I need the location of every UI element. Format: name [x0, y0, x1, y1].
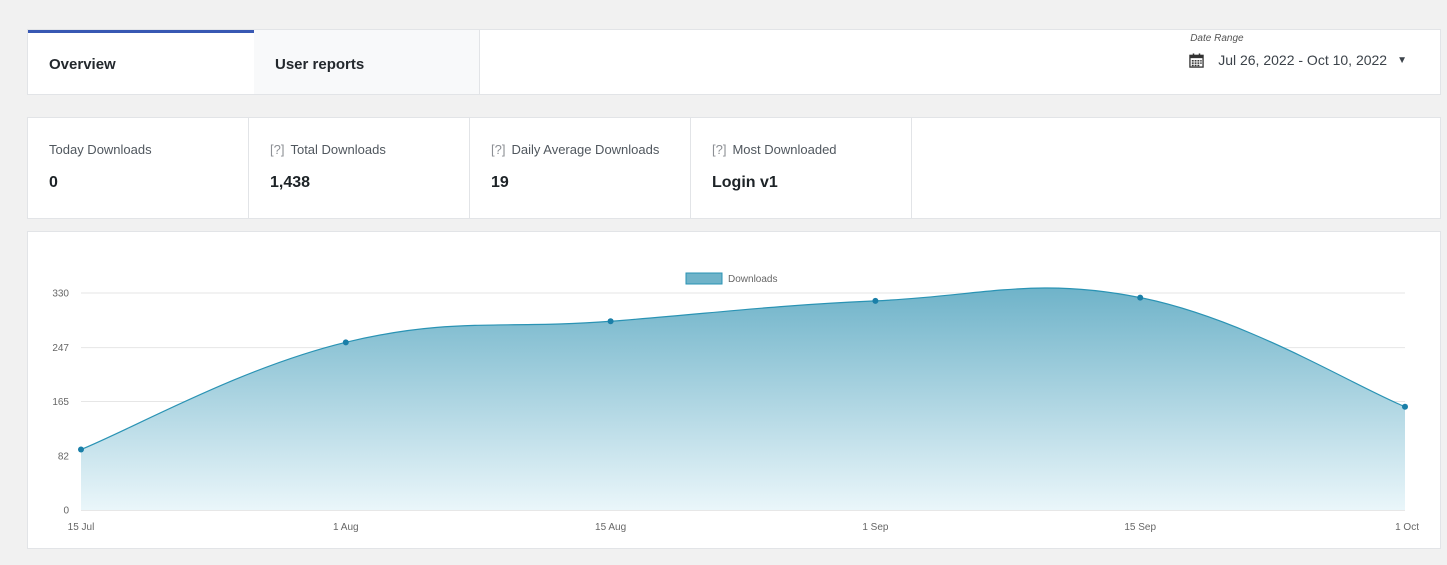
- stats-panel: Today Downloads 0 [?] Total Downloads 1,4…: [27, 117, 1441, 219]
- legend-label: Downloads: [728, 274, 777, 285]
- x-tick-label: 15 Aug: [595, 522, 626, 533]
- data-point[interactable]: [1402, 403, 1408, 410]
- data-point[interactable]: [872, 297, 879, 304]
- help-icon[interactable]: [?]: [270, 142, 284, 157]
- stat-title-text: Most Downloaded: [732, 142, 837, 157]
- stat-title: [?] Total Downloads: [270, 142, 469, 157]
- downloads-chart: 15 Jul 1 Aug 15 Aug 1 Sep 15 Sep 1 Oct 0 82 165…: [52, 272, 1419, 533]
- legend-swatch: [685, 272, 723, 285]
- stat-title: [?] Daily Average Downloads: [491, 142, 690, 157]
- tab-overview[interactable]: Overview: [28, 30, 254, 94]
- date-range-selector[interactable]: Jul 26, 2022 - Oct 10, 2022 ▼: [1189, 52, 1407, 68]
- stat-title-text: Total Downloads: [290, 142, 386, 157]
- stat-title: [?] Most Downloaded: [712, 142, 911, 157]
- tab-user-reports[interactable]: User reports: [254, 30, 480, 94]
- data-point[interactable]: [607, 318, 614, 325]
- y-tick-label: 0: [63, 506, 69, 517]
- x-tick-label: 1 Oct: [1395, 522, 1419, 533]
- downloads-chart-panel: 15 Jul 1 Aug 15 Aug 1 Sep 15 Sep 1 Oct 0 82 165…: [27, 231, 1441, 549]
- stat-value: 19: [491, 174, 509, 191]
- data-point[interactable]: [78, 446, 84, 453]
- stat-title-text: Today Downloads: [49, 142, 152, 157]
- x-tick-label: 15 Jul: [68, 522, 95, 533]
- x-tick-label: 1 Aug: [333, 522, 359, 533]
- help-icon[interactable]: [?]: [491, 142, 505, 157]
- date-range-label: Date Range: [1190, 33, 1244, 44]
- date-range-value: Jul 26, 2022 - Oct 10, 2022: [1218, 52, 1388, 68]
- stat-value: Login v1: [712, 174, 778, 191]
- chevron-down-icon: ▼: [1397, 54, 1407, 66]
- y-tick-label: 330: [52, 289, 69, 300]
- x-tick-label: 15 Sep: [1124, 522, 1156, 533]
- tab-user-reports-label: User reports: [275, 56, 365, 73]
- stat-value: 1,438: [270, 174, 311, 191]
- y-tick-label: 247: [52, 343, 69, 354]
- stat-daily-average-downloads: [?] Daily Average Downloads 19: [470, 118, 691, 218]
- downloads-area: [81, 287, 1405, 510]
- y-tick-label: 165: [52, 397, 69, 408]
- stat-title: Today Downloads: [49, 142, 248, 157]
- tab-overview-label: Overview: [49, 56, 116, 73]
- tabs-bar: Overview User reports Date Range Jul 26,…: [27, 29, 1441, 95]
- x-tick-label: 1 Sep: [862, 522, 889, 533]
- data-point[interactable]: [1137, 294, 1144, 301]
- date-range-picker: Date Range Jul 26, 2022 - Oct 10, 2022 ▼: [1189, 33, 1407, 68]
- stat-value: 0: [49, 174, 58, 191]
- data-point[interactable]: [342, 339, 349, 346]
- y-tick-label: 82: [58, 452, 70, 463]
- stat-total-downloads: [?] Total Downloads 1,438: [249, 118, 470, 218]
- calendar-icon: [1189, 52, 1204, 68]
- stat-most-downloaded: [?] Most Downloaded Login v1: [691, 118, 912, 218]
- stat-today-downloads: Today Downloads 0: [28, 118, 249, 218]
- help-icon[interactable]: [?]: [712, 142, 726, 157]
- stat-title-text: Daily Average Downloads: [511, 142, 660, 157]
